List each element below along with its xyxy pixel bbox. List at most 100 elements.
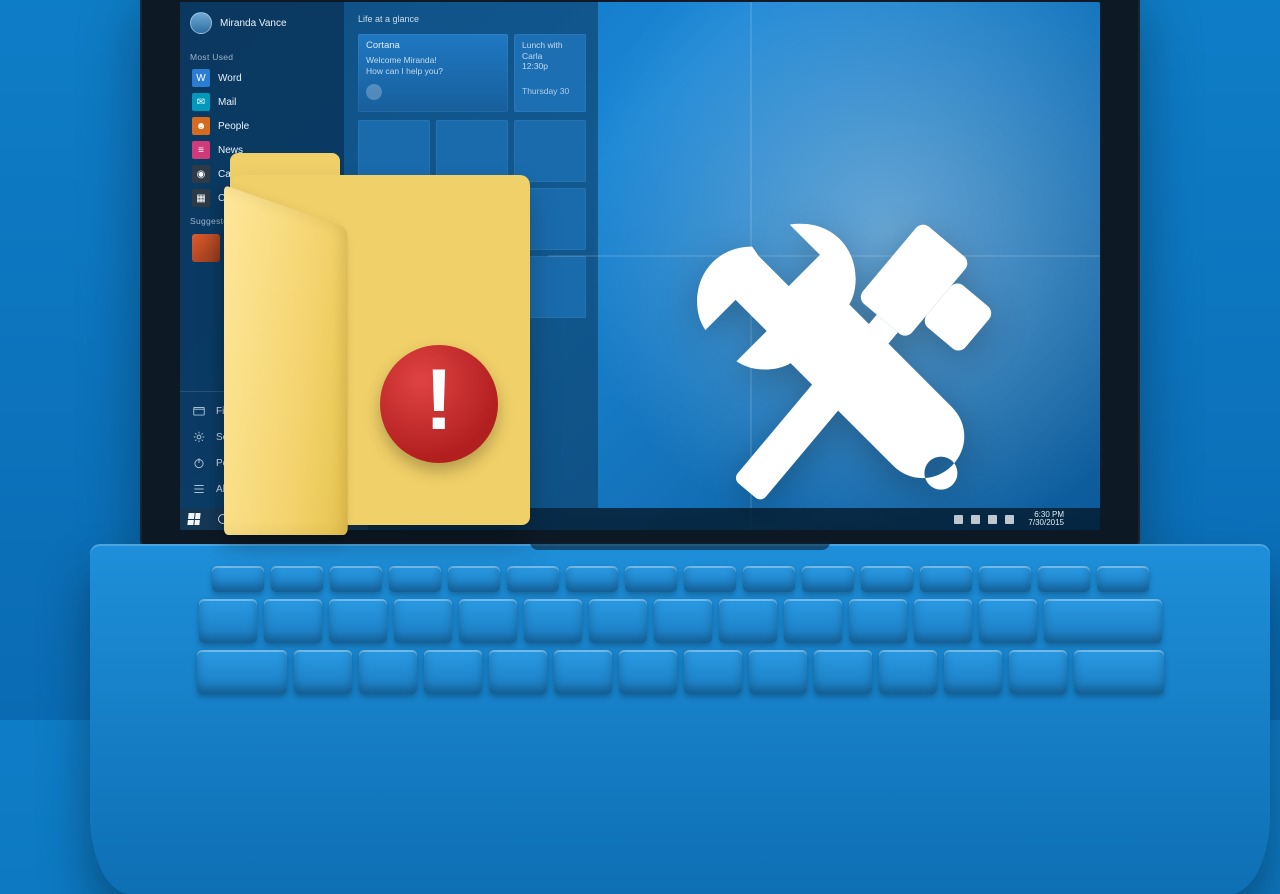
key[interactable] <box>199 599 257 643</box>
start-settings[interactable]: Settings <box>190 424 334 450</box>
key[interactable] <box>507 566 559 592</box>
tile-generic[interactable] <box>514 120 586 182</box>
start-app-news[interactable]: ≡ News <box>190 138 334 162</box>
tiles-row-1: Cortana Welcome Miranda! How can I help … <box>358 34 586 112</box>
key[interactable] <box>684 650 742 694</box>
tile-generic[interactable] <box>436 188 508 250</box>
start-power[interactable]: Power <box>190 450 334 476</box>
key[interactable] <box>719 599 777 643</box>
desktop-screen: Miranda Vance Most Used W Word ✉ Mail ☻ … <box>180 2 1100 530</box>
start-app-mail[interactable]: ✉ Mail <box>190 90 334 114</box>
word-icon: W <box>192 69 210 87</box>
start-app-word[interactable]: W Word <box>190 66 334 90</box>
tile-cal-1: Lunch with <box>522 40 578 51</box>
key[interactable] <box>625 566 677 592</box>
key[interactable] <box>389 566 441 592</box>
task-view-icon[interactable] <box>378 513 390 525</box>
key[interactable] <box>554 650 612 694</box>
key[interactable] <box>814 650 872 694</box>
key[interactable] <box>749 650 807 694</box>
tile-generic[interactable] <box>358 120 430 182</box>
key-tab[interactable] <box>197 650 287 694</box>
tray-volume-icon[interactable] <box>988 515 997 524</box>
start-app-camera[interactable]: ◉ Camera <box>190 162 334 186</box>
start-suggested-item[interactable]: Cars Fast as Light ★ ★ ★ ★ ★ <box>190 230 334 266</box>
start-app-calculator[interactable]: ▦ Calculator <box>190 186 334 210</box>
key[interactable] <box>1038 566 1090 592</box>
key[interactable] <box>684 566 736 592</box>
key[interactable] <box>944 650 1002 694</box>
sys-label: Settings <box>216 432 252 443</box>
tray-network-icon[interactable] <box>971 515 980 524</box>
key[interactable] <box>1074 650 1164 694</box>
app-label: People <box>218 121 249 132</box>
tile-cal-3: 12:30p <box>522 61 578 72</box>
key[interactable] <box>1009 650 1067 694</box>
key[interactable] <box>1097 566 1149 592</box>
key[interactable] <box>448 566 500 592</box>
cortana-circle-icon <box>218 514 228 524</box>
key[interactable] <box>619 650 677 694</box>
key[interactable] <box>861 566 913 592</box>
key[interactable] <box>394 599 452 643</box>
key[interactable] <box>879 650 937 694</box>
app-label: Word <box>218 73 242 84</box>
key[interactable] <box>459 599 517 643</box>
screen-bezel: Miranda Vance Most Used W Word ✉ Mail ☻ … <box>140 0 1140 550</box>
camera-icon: ◉ <box>192 165 210 183</box>
key[interactable] <box>329 599 387 643</box>
cortana-icon[interactable] <box>402 513 414 525</box>
key[interactable] <box>743 566 795 592</box>
key[interactable] <box>359 650 417 694</box>
key[interactable] <box>784 599 842 643</box>
key[interactable] <box>566 566 618 592</box>
tray-chevron-icon[interactable] <box>954 515 963 524</box>
clock-date: 7/30/2015 <box>1028 519 1064 527</box>
key[interactable] <box>654 599 712 643</box>
start-button[interactable] <box>180 508 208 530</box>
key[interactable] <box>802 566 854 592</box>
taskbar-clock[interactable]: 6:30 PM 7/30/2015 <box>1022 511 1070 527</box>
tile-generic[interactable] <box>436 120 508 182</box>
key[interactable] <box>920 566 972 592</box>
start-user-row[interactable]: Miranda Vance <box>190 12 334 34</box>
key[interactable] <box>294 650 352 694</box>
keyboard-row-2 <box>138 650 1222 694</box>
tile-cal-date: Thursday 30 <box>522 86 578 97</box>
key[interactable] <box>589 599 647 643</box>
tile-calendar[interactable]: Lunch with Carla 12:30p Thursday 30 <box>514 34 586 112</box>
tile-generic[interactable] <box>358 256 430 318</box>
key[interactable] <box>424 650 482 694</box>
taskbar-pinned <box>368 513 496 525</box>
tile-generic[interactable] <box>514 256 586 318</box>
key[interactable] <box>979 566 1031 592</box>
cortana-ring-icon <box>366 84 382 100</box>
tray-battery-icon[interactable] <box>1005 515 1014 524</box>
sys-label: All Apps <box>216 484 252 495</box>
store-icon[interactable] <box>474 513 486 525</box>
edge-icon[interactable] <box>426 513 438 525</box>
key[interactable] <box>212 566 264 592</box>
app-label: Calculator <box>218 193 263 204</box>
tile-generic[interactable] <box>514 188 586 250</box>
app-label: News <box>218 145 243 156</box>
file-explorer-taskbar-icon[interactable] <box>450 513 462 525</box>
key[interactable] <box>524 599 582 643</box>
key[interactable] <box>330 566 382 592</box>
start-file-explorer[interactable]: File Explorer <box>190 398 334 424</box>
key[interactable] <box>914 599 972 643</box>
tile-generic[interactable] <box>358 188 430 250</box>
start-app-people[interactable]: ☻ People <box>190 114 334 138</box>
taskbar-search[interactable]: Ask me anything <box>208 508 368 530</box>
key[interactable] <box>271 566 323 592</box>
key[interactable] <box>849 599 907 643</box>
start-all-apps[interactable]: All Apps <box>190 476 334 502</box>
key[interactable] <box>264 599 322 643</box>
tile-generic[interactable] <box>436 256 508 318</box>
hinge <box>530 542 830 550</box>
key[interactable] <box>979 599 1037 643</box>
key-backspace[interactable] <box>1044 599 1162 643</box>
tile-cortana[interactable]: Cortana Welcome Miranda! How can I help … <box>358 34 508 112</box>
key[interactable] <box>489 650 547 694</box>
suggested-text: Cars Fast as Light ★ ★ ★ ★ ★ <box>228 239 309 258</box>
